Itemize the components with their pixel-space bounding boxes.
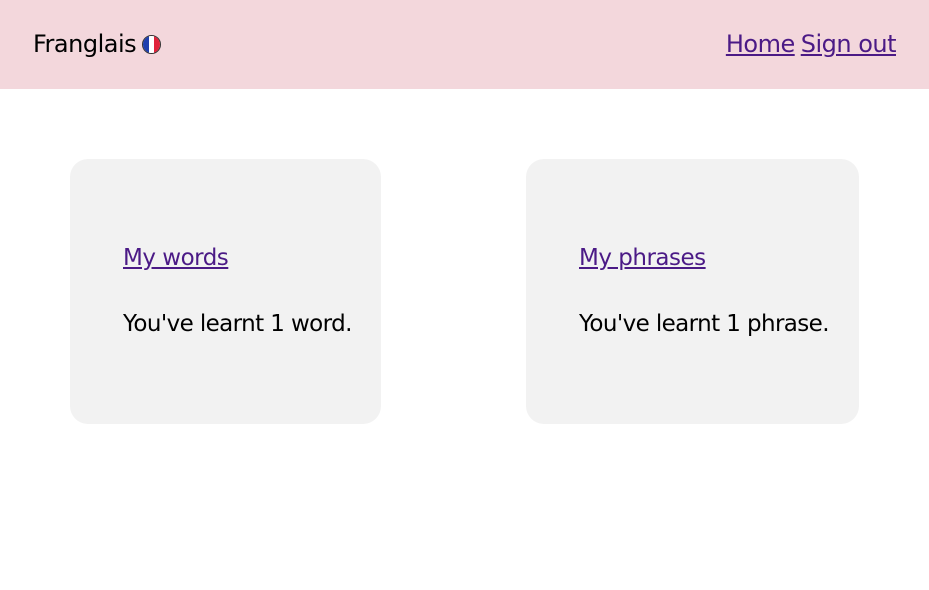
home-link[interactable]: Home <box>726 28 795 60</box>
sign-out-link[interactable]: Sign out <box>801 28 897 60</box>
brand-name[interactable]: Franglais <box>33 28 137 60</box>
my-phrases-link[interactable]: My phrases <box>579 243 706 273</box>
brand[interactable]: Franglais <box>33 28 162 60</box>
my-words-link[interactable]: My words <box>123 243 229 273</box>
phrases-card: My phrases You've learnt 1 phrase. <box>526 159 859 424</box>
french-flag-icon <box>142 34 162 54</box>
words-summary: You've learnt 1 word. <box>123 311 352 337</box>
phrases-summary: You've learnt 1 phrase. <box>579 311 830 337</box>
top-nav: Home Sign out <box>726 28 897 60</box>
words-card: My words You've learnt 1 word. <box>70 159 381 424</box>
top-header: Franglais Home Sign out <box>0 0 929 89</box>
